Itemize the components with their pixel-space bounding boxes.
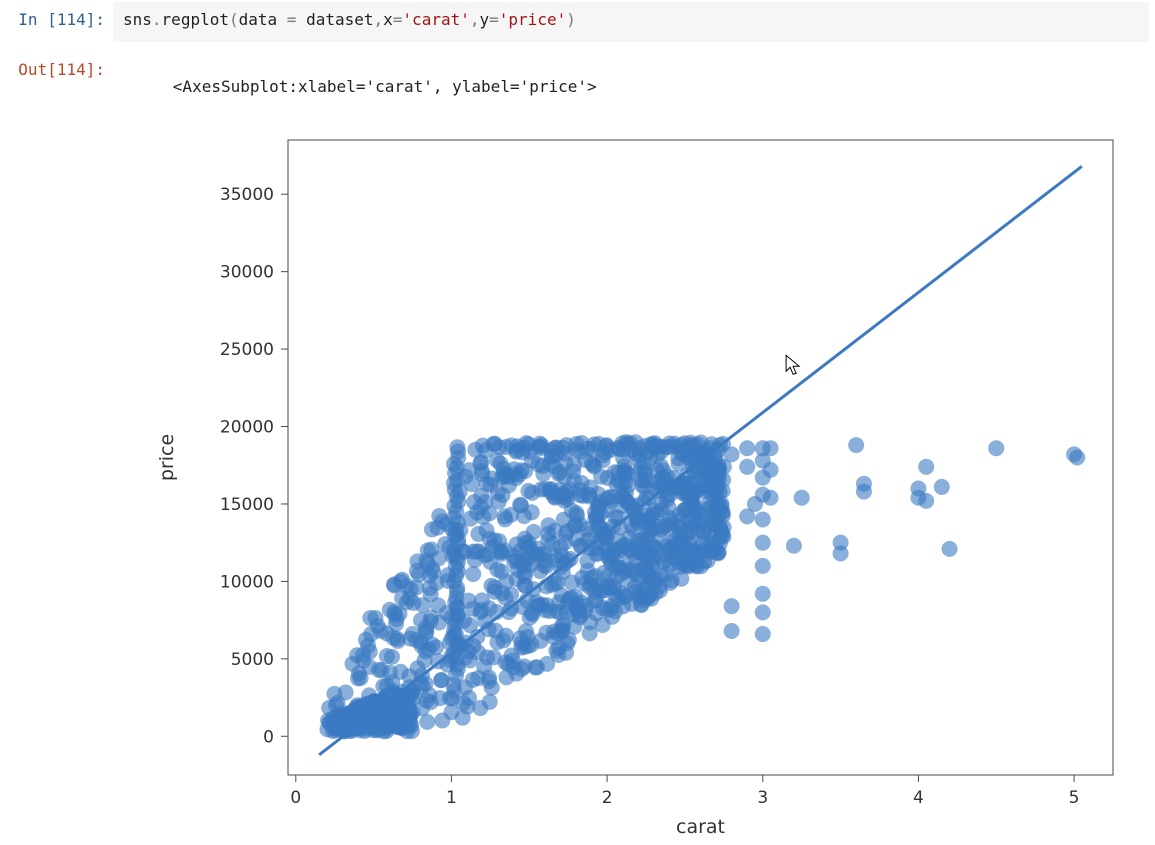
- svg-text:3: 3: [757, 788, 768, 808]
- svg-text:1: 1: [446, 788, 457, 808]
- scatter-points: [319, 434, 1085, 739]
- notebook-root: In [114]: sns.regplot(data = dataset,x='…: [0, 0, 1155, 845]
- svg-text:0: 0: [263, 727, 274, 747]
- input-prompt: In [114]:: [0, 0, 113, 31]
- x-axis-label: carat: [676, 816, 725, 838]
- svg-text:35000: 35000: [220, 185, 274, 205]
- svg-text:10000: 10000: [220, 572, 274, 592]
- x-ticks: 0 1 2 3 4 5: [290, 775, 1079, 808]
- input-cell: In [114]: sns.regplot(data = dataset,x='…: [0, 0, 1155, 50]
- output-repr: <AxesSubplot:xlabel='carat', ylabel='pri…: [173, 77, 597, 96]
- code-input-area[interactable]: sns.regplot(data = dataset,x='carat',y='…: [113, 2, 1149, 42]
- regplot-svg: 0 1 2 3 4 5 0 5000 10000 15000 20000 25000 30000 350…: [113, 125, 1123, 845]
- svg-text:15000: 15000: [220, 495, 274, 515]
- svg-text:0: 0: [290, 788, 301, 808]
- svg-text:25000: 25000: [220, 340, 274, 360]
- out-label: Out[114]:: [18, 60, 105, 79]
- in-label: In [114]:: [18, 10, 105, 29]
- output-cell: Out[114]: <AxesSubplot:xlabel='carat', y…: [0, 50, 1155, 119]
- regression-line: [319, 166, 1082, 755]
- svg-text:5000: 5000: [231, 650, 274, 670]
- svg-text:5: 5: [1069, 788, 1080, 808]
- output-prompt: Out[114]:: [0, 50, 113, 81]
- y-ticks: 0 5000 10000 15000 20000 25000 30000 35000: [220, 185, 288, 747]
- svg-text:30000: 30000: [220, 263, 274, 283]
- svg-text:4: 4: [913, 788, 924, 808]
- mouse-cursor-icon: [786, 355, 799, 374]
- plot-output: 0 1 2 3 4 5 0 5000 10000 15000 20000 25000 30000 350…: [113, 119, 1155, 845]
- code-line: sns.regplot(data = dataset,x='carat',y='…: [123, 10, 576, 29]
- svg-text:20000: 20000: [220, 418, 274, 438]
- output-text-area: <AxesSubplot:xlabel='carat', ylabel='pri…: [113, 50, 1155, 119]
- svg-text:2: 2: [602, 788, 613, 808]
- y-axis-label: price: [156, 434, 178, 481]
